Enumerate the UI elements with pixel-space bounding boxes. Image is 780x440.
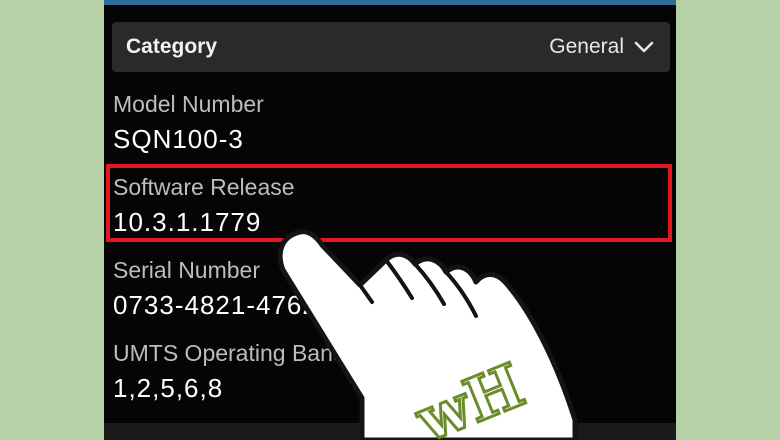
hand-pointer-icon: wH — [277, 229, 578, 440]
